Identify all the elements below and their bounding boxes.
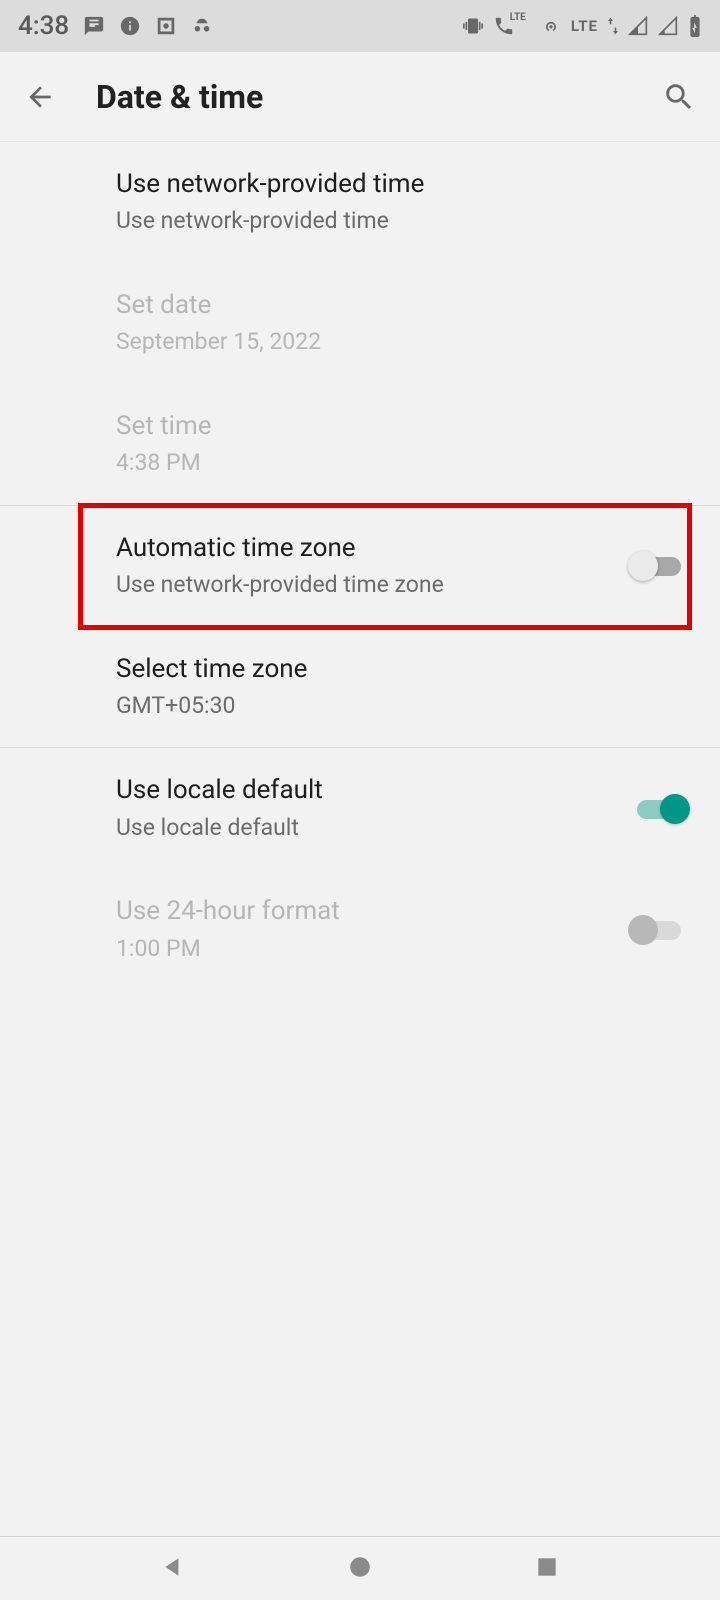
nav-back-icon[interactable] — [160, 1554, 186, 1584]
nav-home-icon[interactable] — [347, 1554, 373, 1584]
setting-locale-default[interactable]: Use locale default Use locale default — [0, 748, 720, 869]
signal-icon-2 — [658, 16, 678, 36]
app-icon — [119, 15, 141, 37]
battery-icon — [688, 15, 702, 37]
setting-subtitle: Use locale default — [116, 811, 620, 846]
toggle-locale-default[interactable] — [630, 795, 688, 823]
setting-title: Select time zone — [116, 651, 696, 687]
setting-network-time[interactable]: Use network-provided time Use network-pr… — [0, 142, 720, 263]
nav-recent-icon[interactable] — [534, 1554, 560, 1584]
setting-title: Automatic time zone — [116, 530, 620, 566]
setting-title: Use 24-hour format — [116, 893, 620, 929]
setting-subtitle: GMT+05:30 — [116, 689, 696, 724]
setting-auto-timezone[interactable]: Automatic time zone Use network-provided… — [0, 506, 720, 627]
status-bar: 4:38 LTE LTE — [0, 0, 720, 52]
wifi-calling-icon: LTE — [493, 15, 531, 37]
data-arrows-icon — [608, 16, 618, 36]
setting-24hour-format: Use 24-hour format 1:00 PM — [0, 869, 720, 990]
setting-subtitle: Use network-provided time — [116, 204, 696, 239]
toggle-thumb — [660, 794, 690, 824]
setting-select-timezone[interactable]: Select time zone GMT+05:30 — [0, 627, 720, 748]
setting-subtitle: Use network-provided time zone — [116, 568, 620, 603]
status-left: 4:38 — [18, 11, 213, 41]
setting-subtitle: 1:00 PM — [116, 932, 620, 967]
setting-title: Set time — [116, 408, 696, 444]
toggle-24hour — [630, 916, 688, 944]
box-icon — [155, 15, 177, 37]
lte-text: LTE — [571, 17, 598, 35]
app-header: Date & time — [0, 52, 720, 142]
hotspot-icon — [541, 16, 561, 36]
toggle-thumb — [628, 551, 658, 581]
navigation-bar — [0, 1536, 720, 1600]
highlight-box — [78, 503, 692, 630]
incognito-icon — [191, 15, 213, 37]
settings-content: Use network-provided time Use network-pr… — [0, 142, 720, 1536]
vibrate-icon — [463, 16, 483, 36]
toggle-thumb — [628, 915, 658, 945]
setting-title: Set date — [116, 287, 696, 323]
toggle-auto-timezone[interactable] — [630, 552, 688, 580]
setting-set-date: Set date September 15, 2022 — [0, 263, 720, 384]
status-right: LTE LTE — [463, 15, 702, 37]
setting-subtitle: 4:38 PM — [116, 446, 696, 481]
status-time: 4:38 — [18, 11, 69, 41]
message-icon — [83, 15, 105, 37]
setting-set-time: Set time 4:38 PM — [0, 384, 720, 505]
page-title: Date & time — [96, 78, 263, 116]
signal-icon-1 — [628, 16, 648, 36]
setting-subtitle: September 15, 2022 — [116, 325, 696, 360]
search-icon[interactable] — [662, 80, 696, 114]
back-icon[interactable] — [24, 81, 56, 113]
setting-title: Use network-provided time — [116, 166, 696, 202]
setting-title: Use locale default — [116, 772, 620, 808]
